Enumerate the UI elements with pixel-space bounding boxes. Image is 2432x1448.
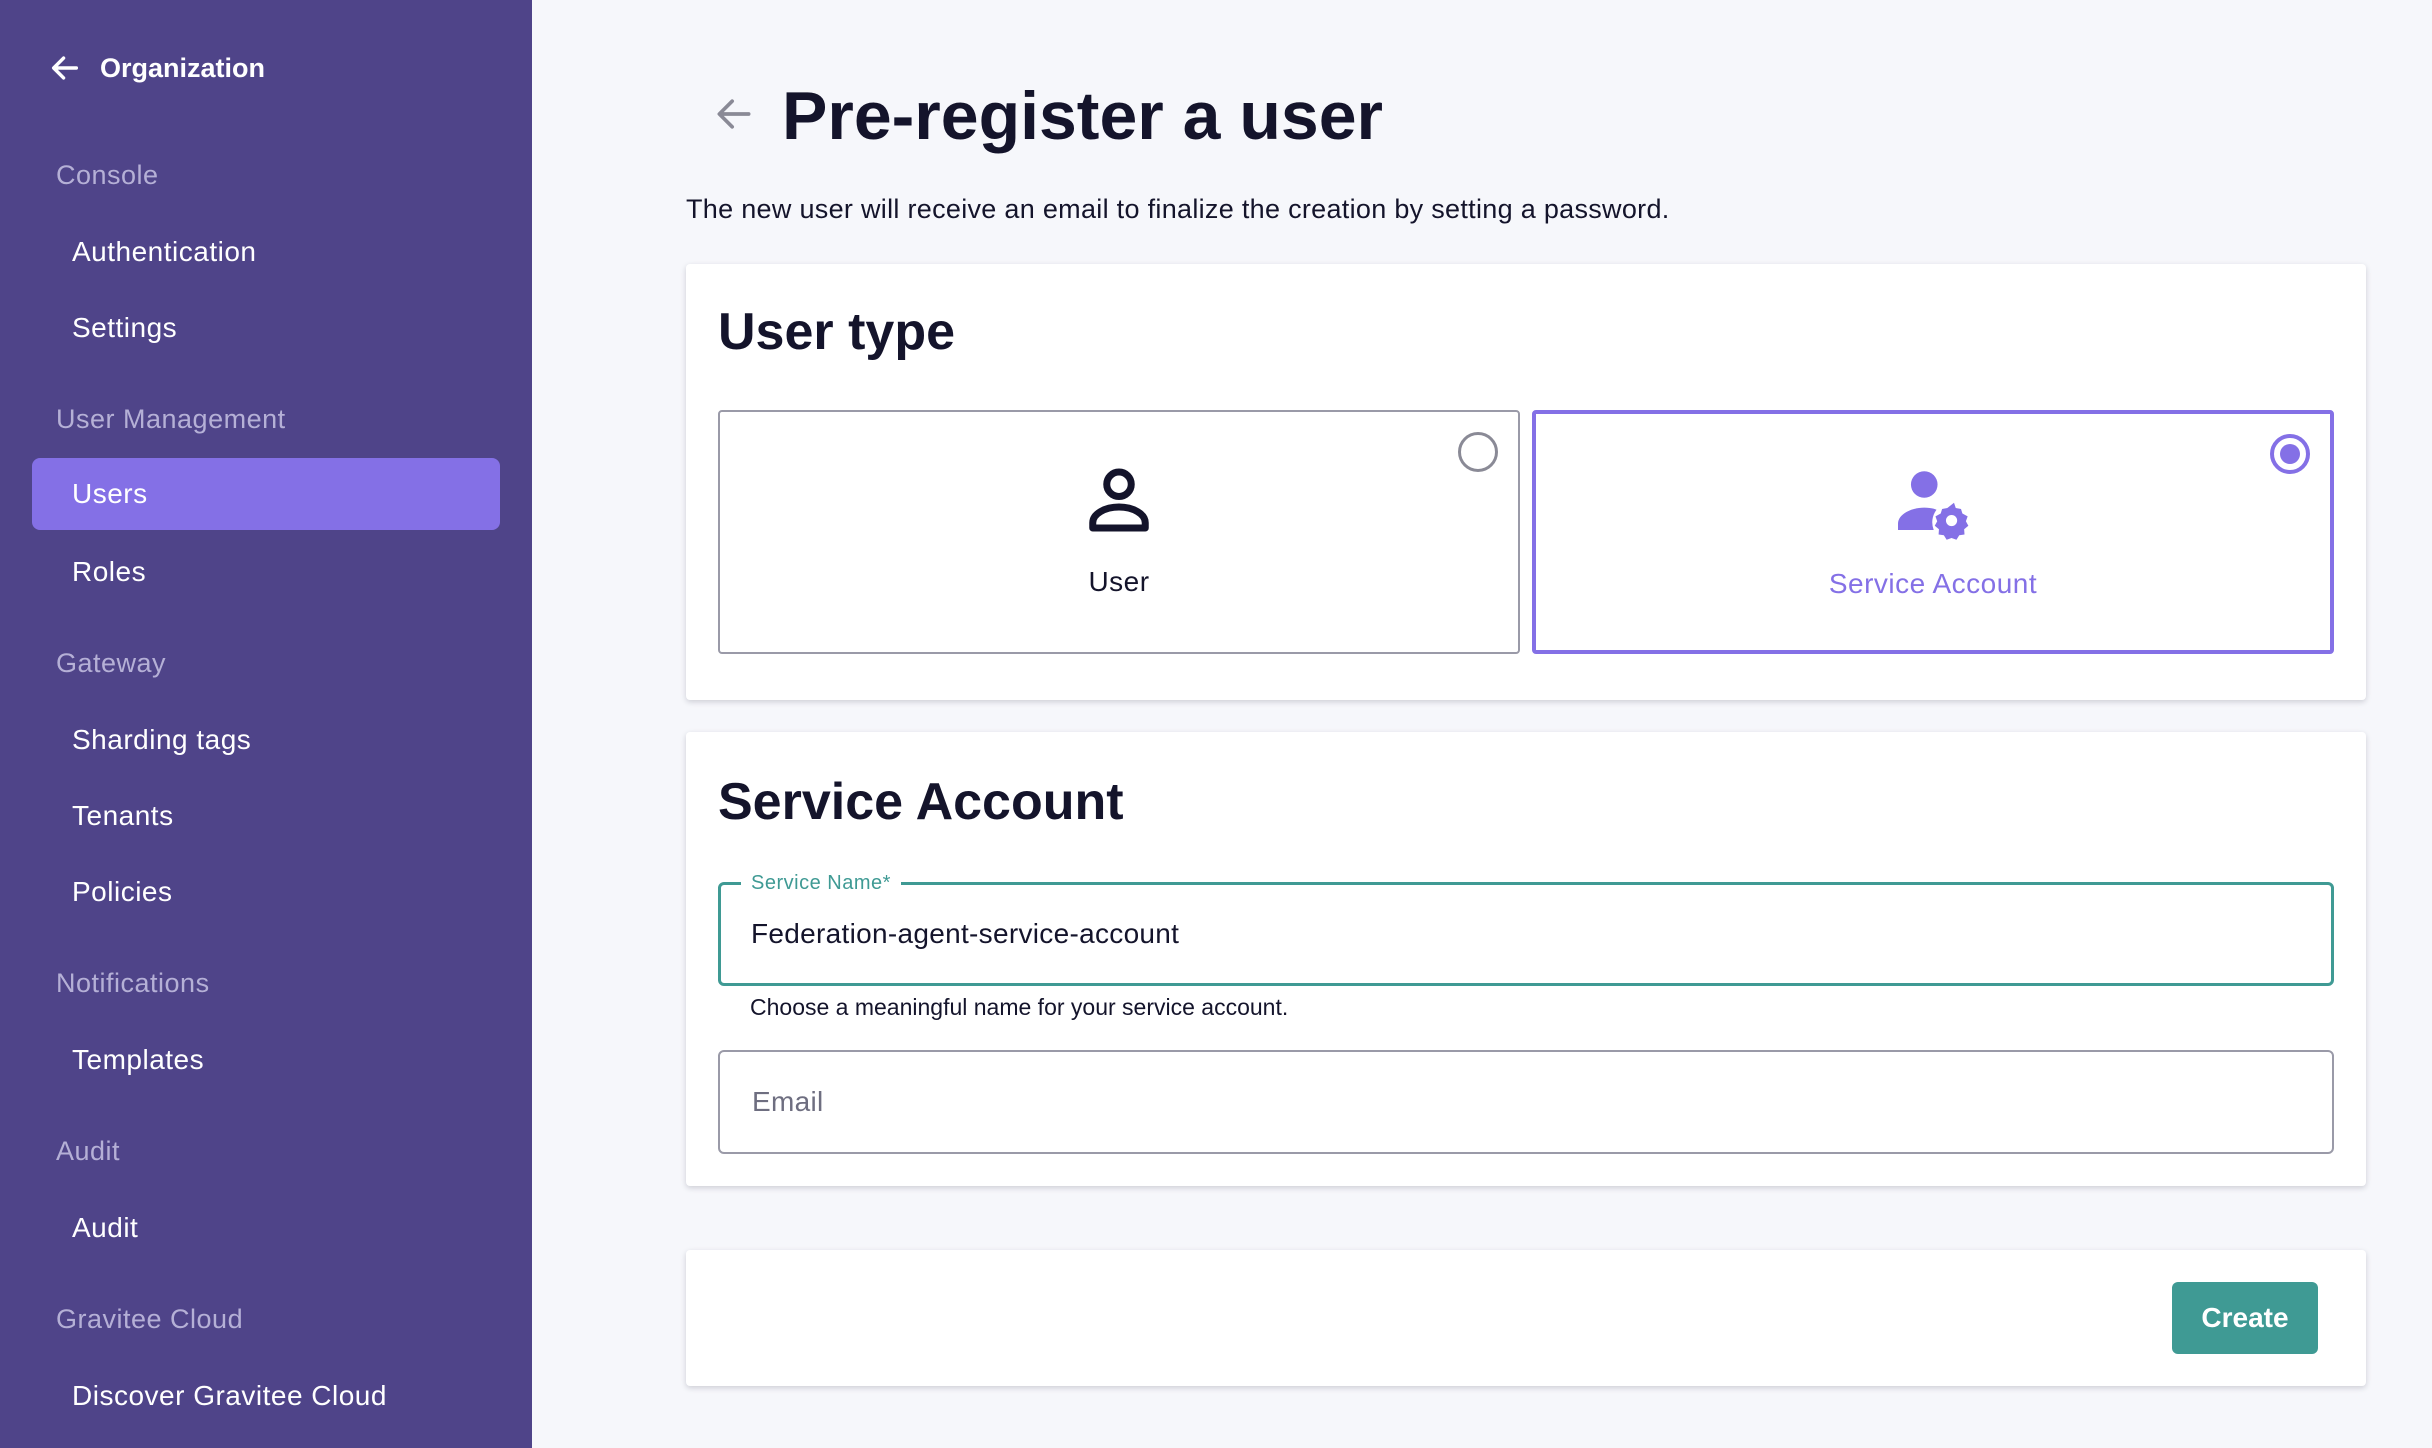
user-radio[interactable] xyxy=(1458,432,1498,472)
sidebar-item-tenants[interactable]: Tenants xyxy=(32,780,500,852)
actions-card: Create xyxy=(686,1250,2366,1386)
person-gear-icon xyxy=(1898,471,1969,540)
email-field[interactable]: Email xyxy=(718,1050,2334,1154)
section-title-user-management: User Management xyxy=(56,404,286,434)
service-account-title: Service Account xyxy=(718,773,1124,831)
user-type-title: User type xyxy=(718,303,955,361)
email-placeholder: Email xyxy=(752,1086,824,1117)
arrow-left-icon xyxy=(51,56,79,80)
user-type-option-service-account[interactable]: Service Account xyxy=(1532,410,2334,654)
user-option-label: User xyxy=(1088,566,1150,597)
service-account-option-label: Service Account xyxy=(1828,568,2038,599)
section-title-gateway: Gateway xyxy=(56,648,167,678)
sidebar-item-templates[interactable]: Templates xyxy=(32,1024,500,1096)
sidebar: Organization Console Authentication Sett… xyxy=(0,0,532,1448)
service-account-radio[interactable] xyxy=(2270,434,2310,474)
service-name-input[interactable]: Federation-agent-service-account xyxy=(751,885,1179,983)
sidebar-item-sharding-tags[interactable]: Sharding tags xyxy=(32,704,500,776)
page-title: Pre-register a user xyxy=(782,78,1383,154)
sidebar-item-policies[interactable]: Policies xyxy=(32,856,500,928)
service-account-card: Service Account Service Name* Federation… xyxy=(686,732,2366,1186)
back-arrow-icon[interactable] xyxy=(712,92,756,136)
sidebar-item-roles[interactable]: Roles xyxy=(32,536,500,608)
user-type-card: User type User Service Account xyxy=(686,264,2366,700)
sidebar-item-users[interactable]: Users xyxy=(32,458,500,530)
service-name-hint: Choose a meaningful name for your servic… xyxy=(750,994,1289,1020)
section-title-console: Console xyxy=(56,160,159,190)
section-title-audit: Audit xyxy=(56,1136,121,1166)
sidebar-item-discover-gravitee-cloud[interactable]: Discover Gravitee Cloud xyxy=(32,1360,500,1432)
user-type-option-user[interactable]: User xyxy=(718,410,1520,654)
organization-back-link[interactable]: Organization xyxy=(48,48,265,88)
person-outline-icon xyxy=(1089,468,1149,532)
create-button[interactable]: Create xyxy=(2172,1282,2318,1354)
organization-label: Organization xyxy=(100,52,266,83)
service-name-field[interactable]: Service Name* Federation-agent-service-a… xyxy=(718,872,2334,986)
section-title-notifications: Notifications xyxy=(56,968,210,998)
section-title-gravitee-cloud: Gravitee Cloud xyxy=(56,1304,244,1334)
sidebar-item-audit[interactable]: Audit xyxy=(32,1192,500,1264)
page-subtitle: The new user will receive an email to fi… xyxy=(686,194,1670,224)
sidebar-item-authentication[interactable]: Authentication xyxy=(32,216,500,288)
sidebar-item-settings[interactable]: Settings xyxy=(32,292,500,364)
